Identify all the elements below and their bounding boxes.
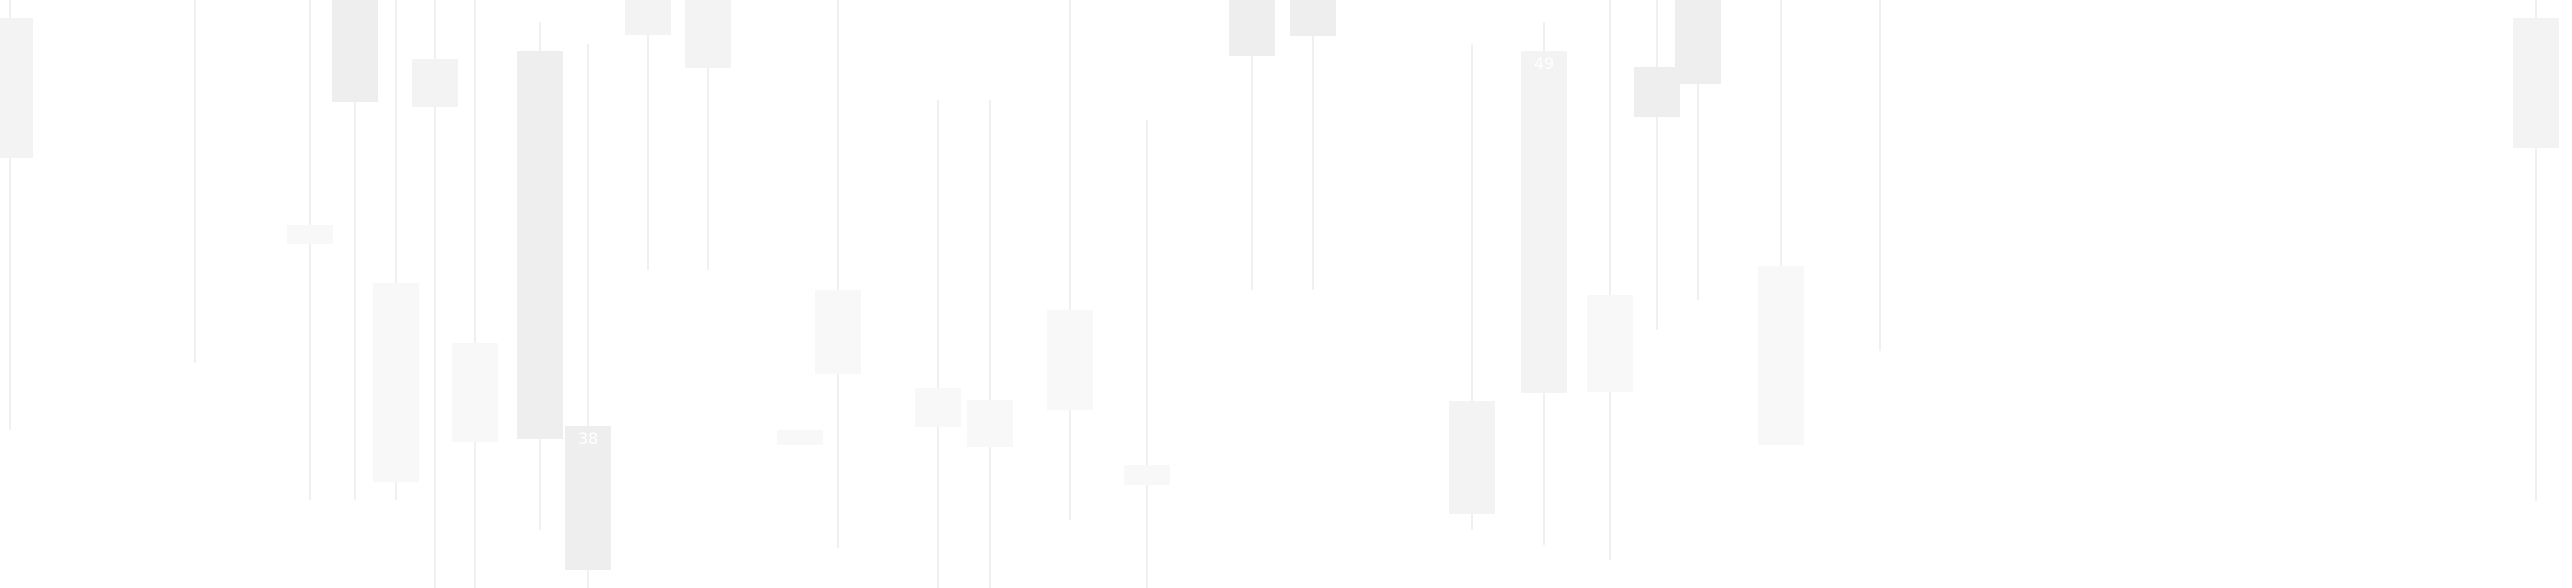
candle-23 [1634, 0, 1680, 330]
candle-20 [1449, 44, 1495, 530]
candle-1 [0, 0, 33, 430]
candle-14 [915, 100, 961, 588]
candle-18 [1229, 0, 1275, 290]
candle-8 [517, 22, 563, 530]
candle-body [1124, 465, 1170, 485]
candle-body [967, 400, 1013, 447]
candle-body [1047, 310, 1093, 410]
candle-body [1634, 67, 1680, 117]
candle-body [287, 225, 333, 244]
candle-body [815, 290, 861, 374]
chart-canvas: 38 49 [0, 0, 2559, 588]
candle-body [777, 430, 823, 445]
candle-12 [777, 430, 823, 445]
candle-body [517, 51, 563, 439]
candle-value-label: 38 [578, 429, 598, 448]
candlestick-chart: 38 49 [0, 0, 2572, 588]
candle-15 [967, 100, 1013, 588]
candle-body [2513, 18, 2559, 148]
candle-4 [332, 0, 378, 500]
candle-10 [625, 0, 671, 270]
candle-11 [685, 0, 731, 270]
candle-body [452, 343, 498, 442]
candle-body [1758, 266, 1804, 445]
candle-body [625, 0, 671, 35]
candle-13 [815, 0, 861, 548]
candle-body [1449, 401, 1495, 514]
candle-body [0, 18, 33, 158]
candle-27 [2513, 0, 2559, 501]
candle-body [412, 59, 458, 107]
candle-25 [1758, 0, 1804, 445]
candle-body [1229, 0, 1275, 56]
candle-3 [287, 0, 333, 500]
candle-body [1290, 0, 1336, 36]
candle-body [1587, 295, 1633, 392]
candle-17 [1124, 120, 1170, 588]
candle-16 [1047, 0, 1093, 520]
candle-body [332, 0, 378, 102]
candle-9: 38 [565, 44, 611, 588]
candle-24 [1675, 0, 1721, 300]
candle-7 [452, 0, 498, 588]
candle-body [915, 388, 961, 427]
candle-body [685, 0, 731, 68]
candle-body [1521, 51, 1567, 393]
candle-body [1675, 0, 1721, 84]
candle-22 [1587, 0, 1633, 560]
candle-19 [1290, 0, 1336, 290]
candle-body [373, 283, 419, 482]
candle-21: 49 [1521, 22, 1567, 545]
candle-value-label: 49 [1534, 54, 1554, 73]
